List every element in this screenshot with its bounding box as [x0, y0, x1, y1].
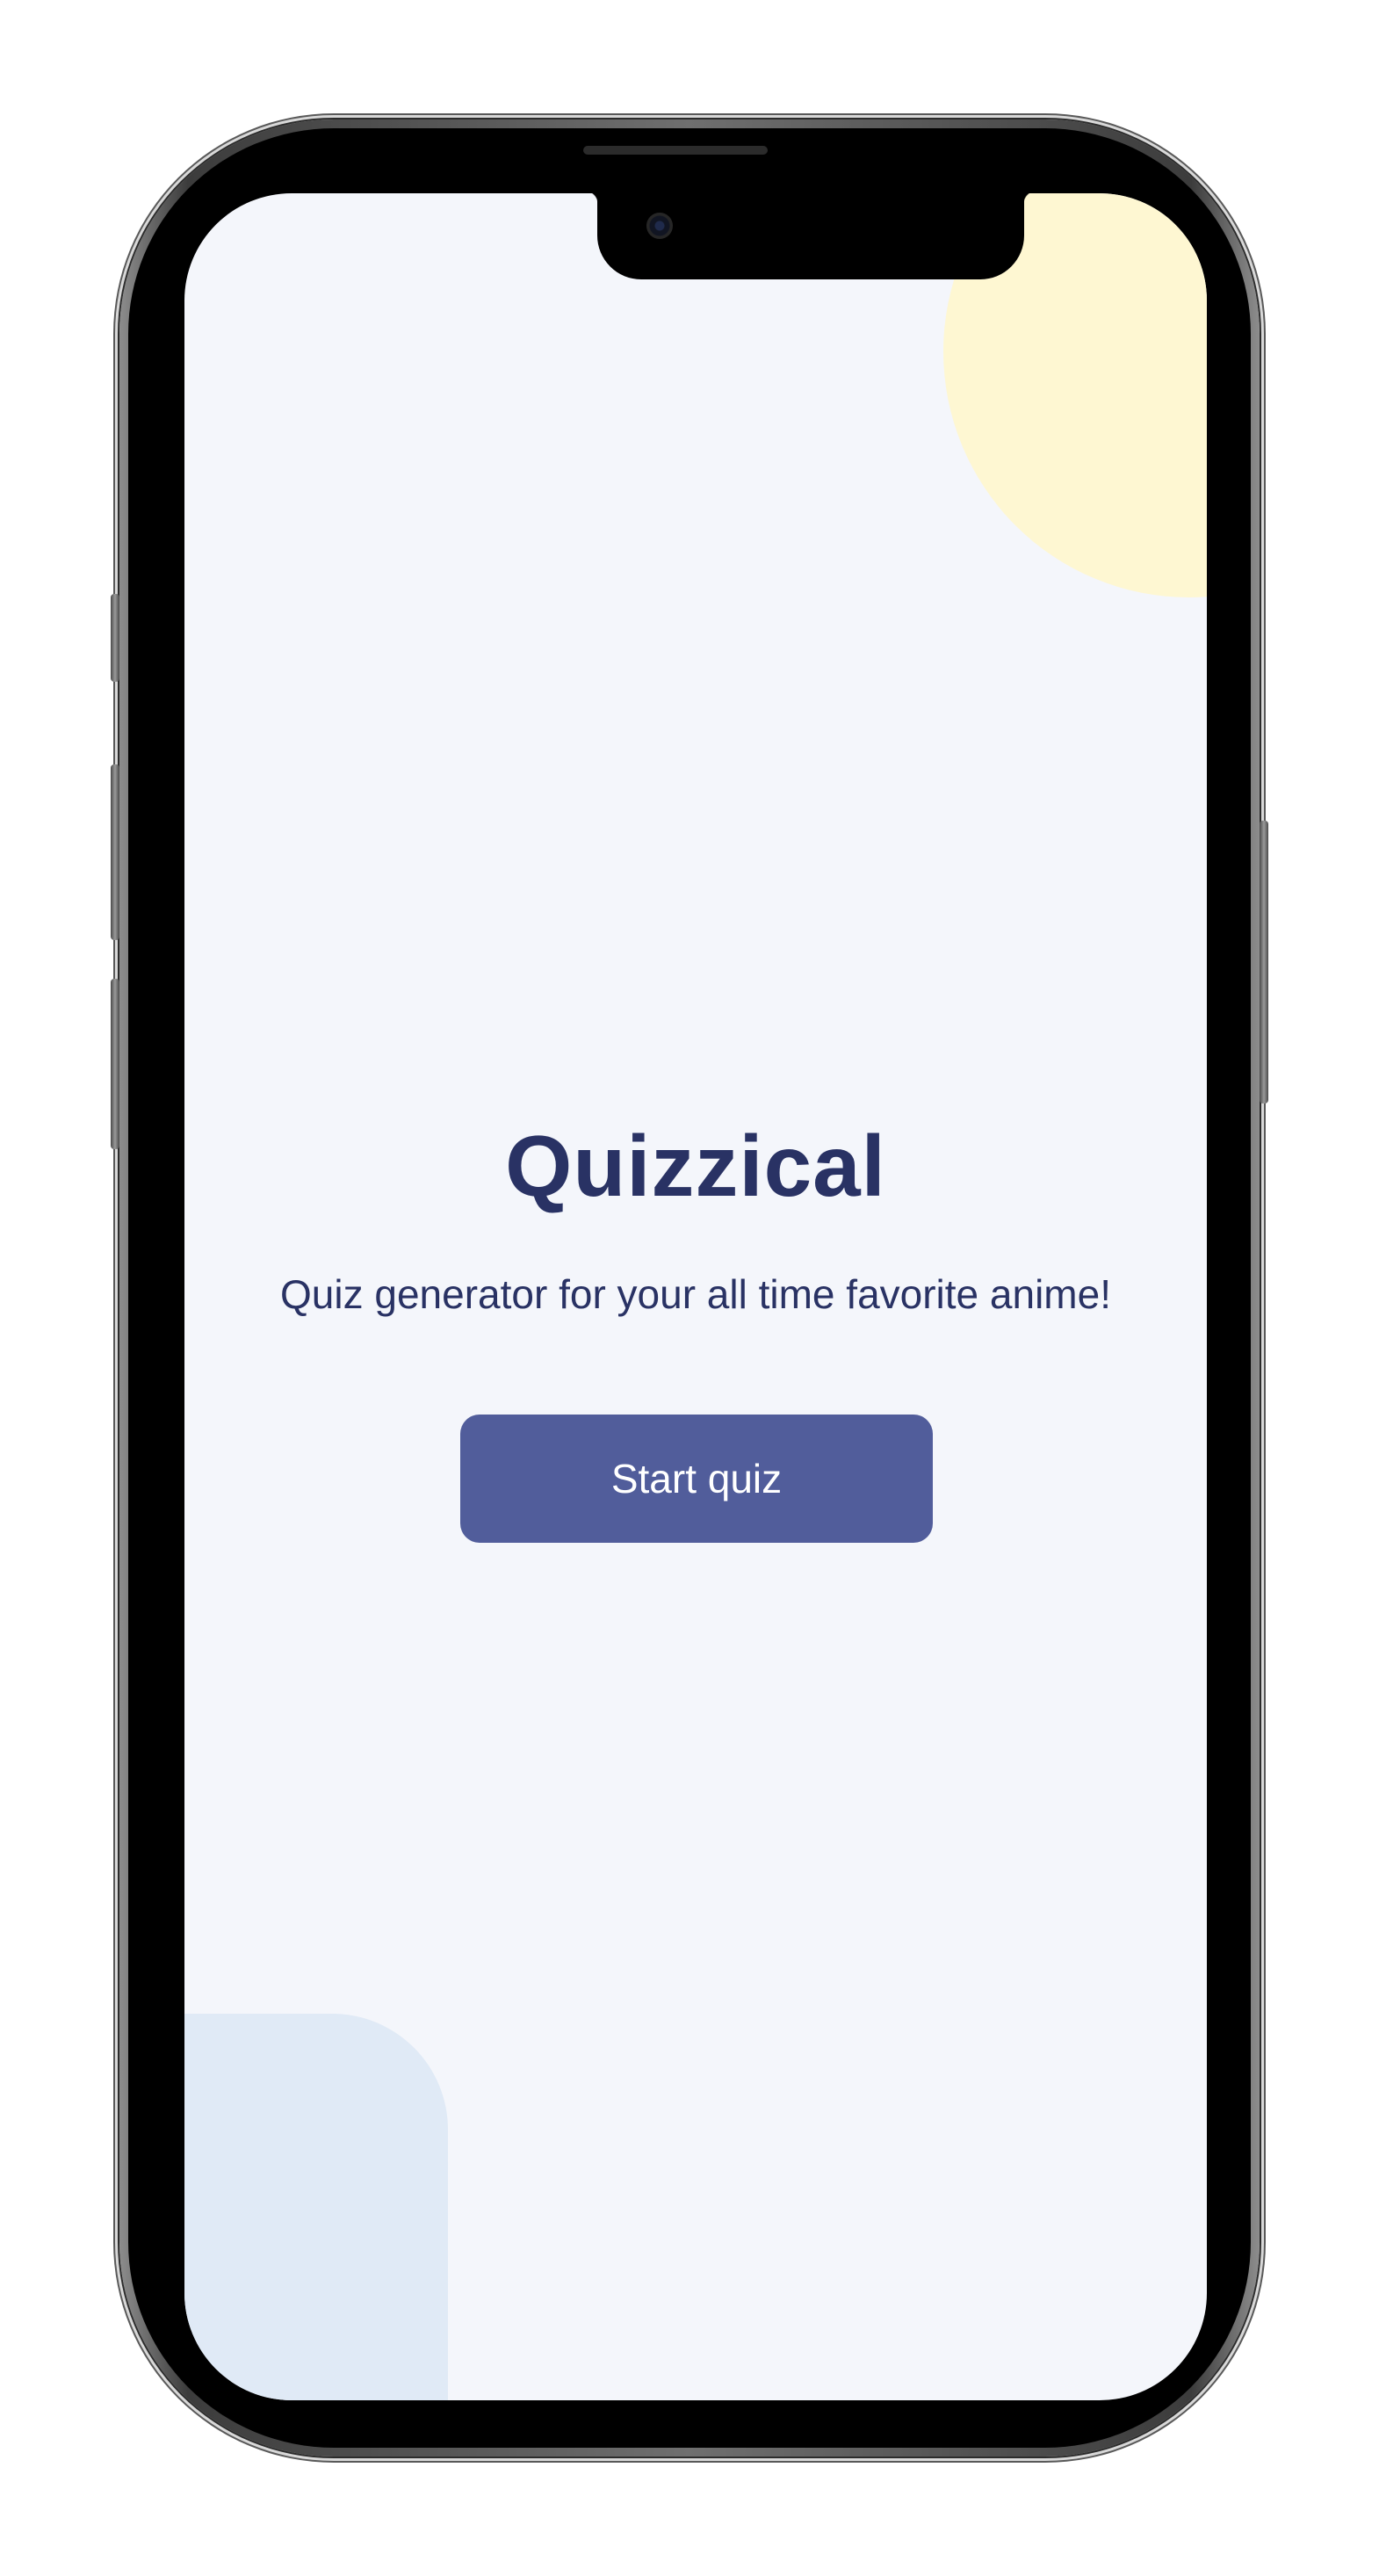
app-title: Quizzical — [505, 1118, 886, 1214]
app-subtitle: Quiz generator for your all time favorit… — [280, 1271, 1111, 1317]
power-button — [1260, 821, 1268, 1103]
start-page: Quizzical Quiz generator for your all ti… — [184, 193, 1207, 2400]
front-camera-icon — [646, 213, 673, 239]
app-screen: Quizzical Quiz generator for your all ti… — [184, 193, 1207, 2400]
start-quiz-button[interactable]: Start quiz — [460, 1415, 933, 1543]
earpiece-speaker — [583, 146, 768, 155]
volume-down-button — [111, 979, 119, 1149]
phone-notch — [585, 193, 1036, 279]
phone-bezel: Quizzical Quiz generator for your all ti… — [128, 128, 1251, 2448]
phone-frame: Quizzical Quiz generator for your all ti… — [119, 119, 1260, 2457]
mute-switch — [111, 594, 119, 682]
volume-up-button — [111, 764, 119, 940]
